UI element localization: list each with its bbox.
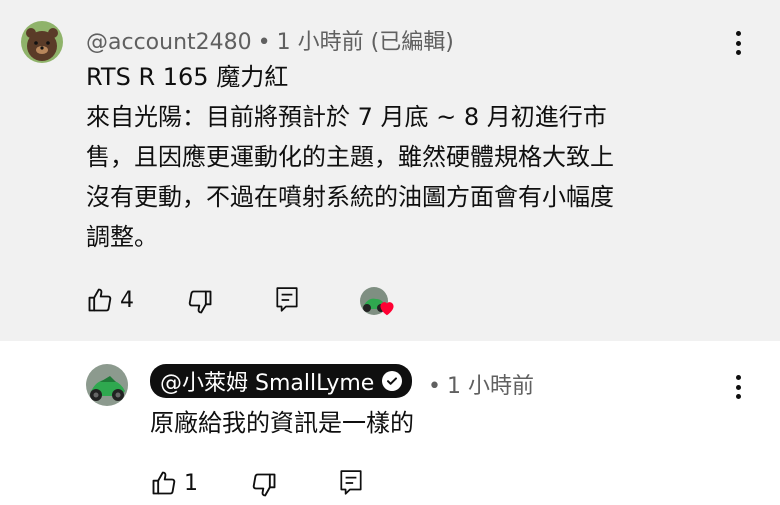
like-button[interactable]: 1 <box>150 469 198 497</box>
reply-author-avatar[interactable] <box>86 364 128 406</box>
like-count: 1 <box>184 470 198 496</box>
dislike-button[interactable] <box>250 471 278 499</box>
like-button[interactable]: 4 <box>86 286 134 314</box>
comment-line: 來自光陽：目前將預計於 7 月底 ~ 8 月初進行市 <box>86 103 607 131</box>
comment-text: RTS R 165 魔力紅 來自光陽：目前將預計於 7 月底 ~ 8 月初進行市… <box>86 57 614 257</box>
reply-time[interactable]: 1 小時前 <box>447 374 534 399</box>
thumbs-down-icon <box>252 473 276 497</box>
like-count: 4 <box>120 287 134 313</box>
more-vert-icon[interactable] <box>726 372 750 402</box>
thumbs-down-icon <box>188 290 212 314</box>
comment-thread: @account2480 • 1 小時前 (已編輯) RTS R 165 魔力紅 來… <box>0 0 780 341</box>
comment-line: 調整。 <box>86 223 158 251</box>
comment-author[interactable]: @account2480 <box>86 30 252 55</box>
creator-heart-icon <box>380 302 394 316</box>
comment-time[interactable]: 1 小時前 (已編輯) <box>277 30 454 55</box>
reply-button[interactable] <box>274 286 300 314</box>
comment-author-avatar[interactable] <box>21 21 63 63</box>
reply-icon <box>340 470 362 495</box>
thumbs-up-icon <box>152 471 176 495</box>
reply-author-chip[interactable]: @小萊姆 SmallLyme <box>150 364 413 398</box>
comment-line: RTS R 165 魔力紅 <box>86 63 289 91</box>
comment-meta: @account2480 • 1 小時前 (已編輯) <box>86 24 454 56</box>
comment-line: 沒有更動，不過在噴射系統的油圖方面會有小幅度 <box>86 183 614 211</box>
more-vert-icon[interactable] <box>726 28 750 58</box>
reply-thread: @小萊姆 SmallLyme • 1 小時前 原廠給我的資訊是一樣的 1 <box>0 341 780 505</box>
meta-separator: • <box>428 374 441 399</box>
verified-check-icon <box>382 371 403 391</box>
meta-separator: • <box>257 30 271 55</box>
reply-author: @小萊姆 SmallLyme <box>160 371 375 396</box>
comment-line: 售，且因應更運動化的主題，雖然硬體規格大致上 <box>86 143 614 171</box>
reply-meta: • 1 小時前 <box>422 368 534 400</box>
reply-icon <box>276 287 298 312</box>
thumbs-up-icon <box>88 288 112 312</box>
dislike-button[interactable] <box>186 288 214 316</box>
reply-button[interactable] <box>338 469 364 497</box>
reply-text: 原廠給我的資訊是一樣的 <box>150 409 414 437</box>
